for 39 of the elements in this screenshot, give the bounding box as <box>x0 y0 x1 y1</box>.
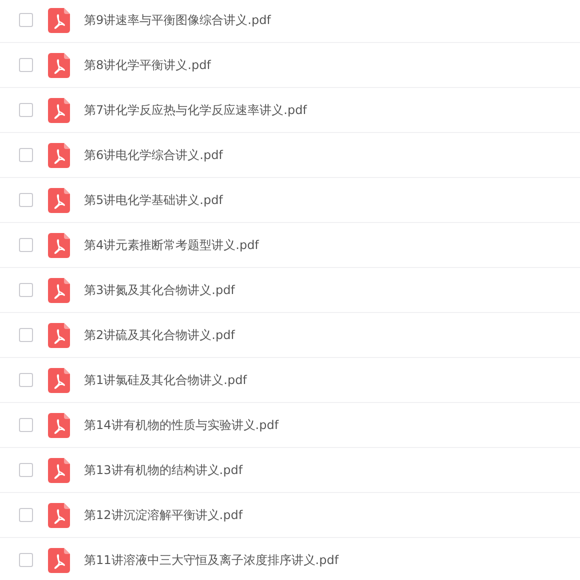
file-name[interactable]: 第11讲溶液中三大守恒及离子浓度排序讲义.pdf <box>84 552 339 568</box>
checkbox[interactable] <box>19 463 33 477</box>
checkbox[interactable] <box>19 238 33 252</box>
file-name[interactable]: 第12讲沉淀溶解平衡讲义.pdf <box>84 506 243 524</box>
file-name[interactable]: 第9讲速率与平衡图像综合讲义.pdf <box>84 12 271 28</box>
pdf-file-icon <box>48 232 70 258</box>
pdf-file-icon <box>48 368 70 392</box>
checkbox[interactable] <box>19 13 33 27</box>
pdf-file-icon <box>48 458 70 482</box>
file-name[interactable]: 第2讲硫及其化合物讲义.pdf <box>84 326 235 344</box>
checkbox[interactable] <box>19 508 33 522</box>
pdf-file-icon <box>48 322 70 348</box>
checkbox[interactable] <box>19 328 33 342</box>
file-name[interactable]: 第6讲电化学综合讲义.pdf <box>84 146 223 164</box>
checkbox[interactable] <box>19 553 33 567</box>
pdf-file-icon <box>48 548 70 572</box>
pdf-file-icon <box>48 278 70 302</box>
pdf-file-icon <box>48 188 70 212</box>
checkbox[interactable] <box>19 373 33 387</box>
checkbox[interactable] <box>19 58 33 72</box>
file-name[interactable]: 第7讲化学反应热与化学反应速率讲义.pdf <box>84 102 307 118</box>
checkbox[interactable] <box>19 283 33 297</box>
file-name[interactable]: 第4讲元素推断常考题型讲义.pdf <box>84 236 259 254</box>
file-name[interactable]: 第8讲化学平衡讲义.pdf <box>84 56 211 74</box>
file-name[interactable]: 第3讲氮及其化合物讲义.pdf <box>84 282 235 298</box>
checkbox[interactable] <box>19 193 33 207</box>
checkbox[interactable] <box>19 103 33 117</box>
file-name[interactable]: 第13讲有机物的结构讲义.pdf <box>84 462 243 478</box>
pdf-file-icon <box>48 502 70 528</box>
checkbox[interactable] <box>19 148 33 162</box>
file-name[interactable]: 第14讲有机物的性质与实验讲义.pdf <box>84 416 279 434</box>
pdf-file-icon <box>48 412 70 438</box>
file-name[interactable]: 第1讲氯硅及其化合物讲义.pdf <box>84 372 247 388</box>
checkbox[interactable] <box>19 418 33 432</box>
pdf-file-icon <box>48 52 70 78</box>
pdf-file-icon <box>48 142 70 168</box>
file-name[interactable]: 第5讲电化学基础讲义.pdf <box>84 192 223 208</box>
pdf-file-icon <box>48 8 70 32</box>
pdf-file-icon <box>48 98 70 122</box>
